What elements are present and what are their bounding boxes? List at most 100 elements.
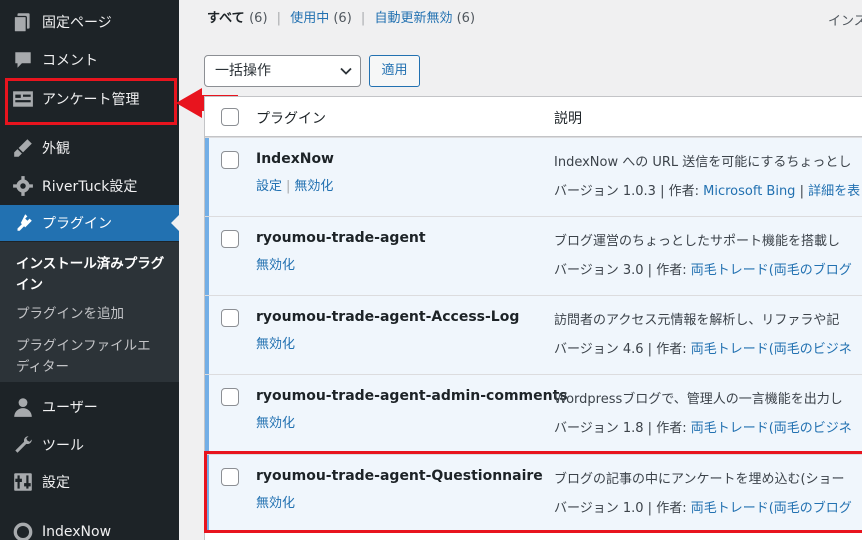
filter-all[interactable]: すべて (6): [207, 11, 268, 26]
menu-item-settings[interactable]: 設定: [0, 464, 179, 500]
form-icon: [13, 91, 33, 107]
menu-item-rivertuck[interactable]: RiverTuck設定: [0, 168, 179, 204]
menu-label: IndexNow: [42, 524, 112, 540]
settings-link[interactable]: 設定: [256, 179, 282, 194]
filter-label: すべて: [207, 11, 245, 26]
row-actions: 無効化: [256, 254, 295, 273]
row-checkbox[interactable]: [221, 468, 239, 486]
menu-label: ユーザー: [42, 400, 98, 416]
apply-button[interactable]: 適用: [369, 55, 420, 87]
plugin-description: ブログ運営のちょっとしたサポート機能を搭載し: [554, 234, 841, 249]
deactivate-link[interactable]: 無効化: [256, 416, 295, 431]
plugin-icon: [17, 214, 32, 231]
row-actions: 無効化: [256, 412, 295, 431]
column-description: 説明: [554, 111, 582, 127]
plugin-description: IndexNow への URL 送信を可能にするちょっとし: [554, 155, 852, 170]
plugin-description: 訪問者のアクセス元情報を解析し、リファラや記: [554, 313, 840, 328]
author-link[interactable]: Microsoft Bing: [703, 184, 795, 199]
filter-label: 使用中: [290, 11, 330, 26]
comment-icon: [15, 52, 31, 68]
plugin-status-filters: すべて (6) | 使用中 (6) | 自動更新無効 (6): [207, 7, 475, 26]
install-count-link[interactable]: インス: [828, 10, 862, 29]
deactivate-link[interactable]: 無効化: [256, 258, 295, 273]
settings-icon: [14, 473, 32, 491]
plugin-name: IndexNow: [256, 151, 334, 167]
deactivate-link[interactable]: 無効化: [256, 496, 295, 511]
row-checkbox[interactable]: [221, 151, 239, 169]
plugin-meta: バージョン 1.0.3 | 作者: Microsoft Bing | 詳細を表: [554, 184, 861, 199]
plugin-name: ryoumou-trade-agent-admin-comments: [256, 388, 568, 404]
chevron-down-icon: [340, 67, 352, 75]
bulk-action-select[interactable]: 一括操作: [204, 55, 361, 87]
plugin-version: バージョン 3.0 | 作者:: [554, 263, 687, 278]
menu-item-tools[interactable]: ツール: [0, 427, 179, 463]
select-all-checkbox[interactable]: [221, 108, 239, 126]
filter-autoupdate-disabled[interactable]: 自動更新無効 (6): [374, 11, 475, 26]
plugin-name: ryoumou-trade-agent-Access-Log: [256, 309, 520, 325]
table-row: ryoumou-trade-agent-admin-comments 無効化 W…: [205, 374, 862, 453]
row-actions: 設定 | 無効化: [256, 179, 334, 194]
menu-label: アンケート管理: [42, 92, 140, 108]
plugin-meta: バージョン 1.0 | 作者: 両毛トレード(両毛のブログ: [554, 497, 852, 516]
active-row-marker: [205, 455, 209, 533]
plugin-version: バージョン 1.8 | 作者:: [554, 421, 687, 436]
active-row-marker: [205, 375, 209, 453]
menu-item-pages[interactable]: 固定ページ: [0, 4, 179, 40]
plugin-meta: バージョン 4.6 | 作者: 両毛トレード(両毛のビジネ: [554, 338, 852, 357]
table-row: ryoumou-trade-agent-Access-Log 無効化 訪問者のア…: [205, 295, 862, 374]
author-link[interactable]: 両毛トレード(両毛のビジネ: [691, 421, 852, 436]
table-row: ryoumou-trade-agent-Questionnaire 無効化 ブロ…: [205, 454, 862, 533]
column-plugin: プラグイン: [256, 111, 326, 127]
indexnow-icon: [13, 522, 33, 540]
admin-sidebar: 固定ページ コメント アンケート管理 外観 RiverTuck設定 プラグイン …: [0, 0, 179, 540]
plugin-name: ryoumou-trade-agent: [256, 230, 426, 246]
filter-separator: |: [276, 11, 282, 26]
plugin-name: ryoumou-trade-agent-Questionnaire: [256, 468, 543, 484]
table-header: プラグイン 説明: [205, 97, 862, 137]
menu-label: 設定: [42, 475, 70, 491]
filter-count: (6): [249, 11, 268, 26]
plugins-table: プラグイン 説明 IndexNow 設定 | 無効化 IndexNow への URL…: [204, 96, 862, 540]
filter-count: (6): [456, 11, 476, 26]
menu-item-plugins[interactable]: プラグイン: [0, 205, 179, 241]
pages-icon: [13, 13, 30, 33]
table-row: ryoumou-trade-agent 無効化 ブログ運営のちょっとしたサポート…: [205, 216, 862, 295]
row-checkbox[interactable]: [221, 388, 239, 406]
filter-active[interactable]: 使用中 (6): [290, 11, 352, 26]
filter-label: 自動更新無効: [374, 11, 453, 26]
submenu-add-plugin[interactable]: プラグインを追加: [16, 304, 166, 325]
menu-label: プラグイン: [42, 216, 112, 232]
row-actions: 無効化: [256, 492, 295, 511]
menu-item-questionnaire[interactable]: アンケート管理: [0, 81, 179, 117]
active-row-marker: [205, 296, 209, 374]
author-link[interactable]: 両毛トレード(両毛のブログ: [691, 263, 852, 278]
deactivate-link[interactable]: 無効化: [256, 337, 295, 352]
menu-label: 外観: [42, 141, 70, 157]
bulk-action-value: 一括操作: [215, 63, 271, 79]
details-link[interactable]: 詳細を表: [808, 184, 860, 199]
menu-label: ツール: [42, 438, 84, 454]
row-checkbox[interactable]: [221, 309, 239, 327]
menu-item-comments[interactable]: コメント: [0, 42, 179, 78]
submenu-plugin-editor[interactable]: プラグインファイルエディター: [16, 336, 156, 378]
table-row: IndexNow 設定 | 無効化 IndexNow への URL 送信を可能にする…: [205, 137, 862, 216]
plugin-description: ブログの記事の中にアンケートを埋め込む(ショー: [554, 472, 845, 487]
wrench-icon: [15, 436, 32, 453]
author-link[interactable]: 両毛トレード(両毛のビジネ: [691, 342, 852, 357]
row-checkbox[interactable]: [221, 230, 239, 248]
menu-label: コメント: [42, 53, 98, 69]
user-icon: [14, 398, 32, 417]
filter-count: (6): [333, 11, 352, 26]
menu-item-users[interactable]: ユーザー: [0, 389, 179, 425]
gear-icon: [13, 176, 33, 196]
plugin-meta: バージョン 1.8 | 作者: 両毛トレード(両毛のビジネ: [554, 417, 852, 436]
plugins-submenu: インストール済みプラグイン プラグインを追加 プラグインファイルエディター: [0, 242, 179, 382]
submenu-installed-plugins[interactable]: インストール済みプラグイン: [16, 254, 166, 296]
menu-item-indexnow[interactable]: IndexNow: [0, 514, 179, 540]
deactivate-link[interactable]: 無効化: [294, 179, 333, 194]
plugin-description: Wordpressブログで、管理人の一言機能を出力し: [554, 392, 843, 407]
author-link[interactable]: 両毛トレード(両毛のブログ: [691, 501, 852, 516]
menu-item-appearance[interactable]: 外観: [0, 130, 179, 166]
menu-label: RiverTuck設定: [42, 179, 138, 195]
plugin-version: バージョン 1.0 | 作者:: [554, 501, 687, 516]
